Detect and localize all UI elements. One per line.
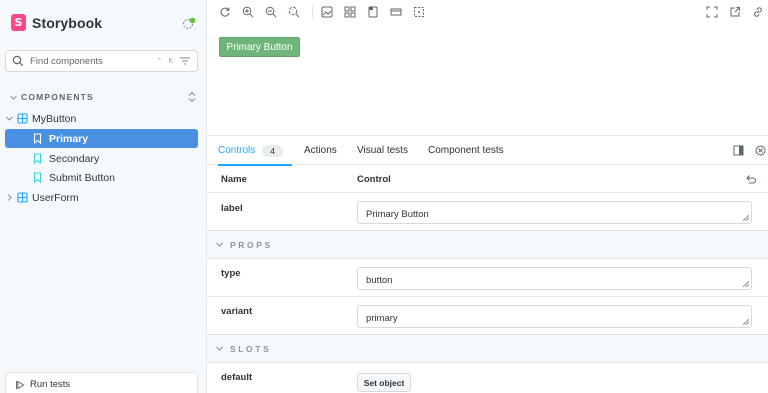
outline-icon[interactable] xyxy=(413,6,425,18)
addons-panel: Controls 4 Actions Visual tests Componen… xyxy=(207,135,768,393)
toolbar-divider xyxy=(312,5,313,19)
panel-orientation-icon[interactable] xyxy=(733,145,744,156)
main-area: Primary Button Controls 4 Actions Visual… xyxy=(207,0,768,393)
filter-icon[interactable] xyxy=(179,55,191,67)
tree-item-label: Secondary xyxy=(49,152,100,165)
grid-icon[interactable] xyxy=(344,6,356,18)
tree-item-userform[interactable]: UserForm xyxy=(5,188,198,207)
tree-item-secondary[interactable]: Secondary xyxy=(5,149,198,168)
tree-item-primary[interactable]: Primary xyxy=(5,129,198,148)
measure-icon[interactable] xyxy=(390,6,402,18)
tab-label: Actions xyxy=(304,145,337,156)
tree-item-label: UserForm xyxy=(32,191,79,204)
tree-item-mybutton[interactable]: MyButton xyxy=(5,109,198,128)
story-bookmark-icon xyxy=(33,133,42,144)
section-label: COMPONENTS xyxy=(21,92,94,102)
component-icon xyxy=(17,113,28,124)
label-textarea[interactable]: Primary Button xyxy=(357,201,752,224)
props-section-header[interactable]: PROPS xyxy=(207,231,768,259)
copy-link-icon[interactable] xyxy=(752,6,764,18)
background-icon[interactable] xyxy=(321,6,333,18)
controls-count-badge: 4 xyxy=(262,144,283,157)
component-icon xyxy=(17,192,28,203)
chevron-down-icon xyxy=(10,95,17,100)
chevron-down-icon xyxy=(216,242,223,247)
addon-tabs: Controls 4 Actions Visual tests Componen… xyxy=(207,136,768,166)
story-bookmark-icon xyxy=(33,172,42,183)
control-name: type xyxy=(221,268,241,279)
controls-table-header: Name Control xyxy=(207,165,768,193)
tab-label: Controls xyxy=(218,145,256,156)
run-tests-label: Run tests xyxy=(30,379,71,390)
brand-name: Storybook xyxy=(32,14,103,31)
tree-item-label: Submit Button xyxy=(49,171,115,184)
section-label: SLOTS xyxy=(230,343,272,354)
search-placeholder: Find components xyxy=(30,55,103,67)
zoom-out-icon[interactable] xyxy=(265,6,277,18)
tab-actions[interactable]: Actions xyxy=(304,136,337,165)
brand[interactable]: S Storybook xyxy=(11,14,102,31)
sidebar: S Storybook Find components ⌃ K COMPONEN… xyxy=(0,0,207,393)
tree-item-submit-button[interactable]: Submit Button xyxy=(5,168,198,187)
col-control: Control xyxy=(357,174,391,185)
section-label: PROPS xyxy=(230,239,273,250)
play-icon xyxy=(16,380,25,389)
slots-section-header[interactable]: SLOTS xyxy=(207,335,768,363)
storybook-logo-icon: S xyxy=(11,14,26,31)
tree-item-label: Primary xyxy=(49,132,89,145)
run-tests-button[interactable]: Run tests xyxy=(5,372,198,393)
control-name: label xyxy=(221,203,243,214)
preview-toolbar xyxy=(207,0,768,25)
search-input[interactable]: Find components ⌃ K xyxy=(5,50,198,72)
expand-collapse-icon[interactable] xyxy=(187,91,197,103)
control-row-type: type button xyxy=(207,259,768,297)
story-bookmark-icon xyxy=(33,153,42,164)
tree-item-label: MyButton xyxy=(32,112,77,125)
zoom-in-icon[interactable] xyxy=(242,6,254,18)
viewport-icon[interactable] xyxy=(367,6,379,18)
variant-textarea[interactable]: primary xyxy=(357,305,752,328)
chevron-right-icon xyxy=(7,194,12,201)
close-panel-icon[interactable] xyxy=(755,145,766,156)
reload-icon[interactable] xyxy=(219,6,231,18)
tab-label: Component tests xyxy=(428,145,504,156)
search-icon xyxy=(12,55,24,67)
tab-visual-tests[interactable]: Visual tests xyxy=(357,136,408,165)
tab-label: Visual tests xyxy=(357,145,408,156)
share-icon[interactable] xyxy=(729,6,741,18)
preview-primary-button[interactable]: Primary Button xyxy=(219,37,300,57)
col-name: Name xyxy=(221,174,247,185)
tab-controls[interactable]: Controls 4 xyxy=(218,136,292,166)
zoom-reset-icon[interactable] xyxy=(288,6,300,18)
control-row-label: label Primary Button xyxy=(207,193,768,231)
control-row-variant: variant primary xyxy=(207,297,768,335)
control-name: variant xyxy=(221,306,253,317)
type-textarea[interactable]: button xyxy=(357,267,752,290)
chevron-down-icon xyxy=(216,346,223,351)
control-row-default: default Set object xyxy=(207,363,768,393)
components-section-header[interactable]: COMPONENTS xyxy=(9,90,197,104)
settings-status-icon[interactable] xyxy=(182,17,196,31)
tab-component-tests[interactable]: Component tests xyxy=(428,136,504,165)
reset-controls-icon[interactable] xyxy=(745,174,756,185)
chevron-down-icon xyxy=(6,116,13,121)
set-object-button[interactable]: Set object xyxy=(357,373,411,392)
control-name: default xyxy=(221,372,253,383)
fullscreen-icon[interactable] xyxy=(706,6,718,18)
search-shortcut: ⌃ K xyxy=(156,58,175,65)
